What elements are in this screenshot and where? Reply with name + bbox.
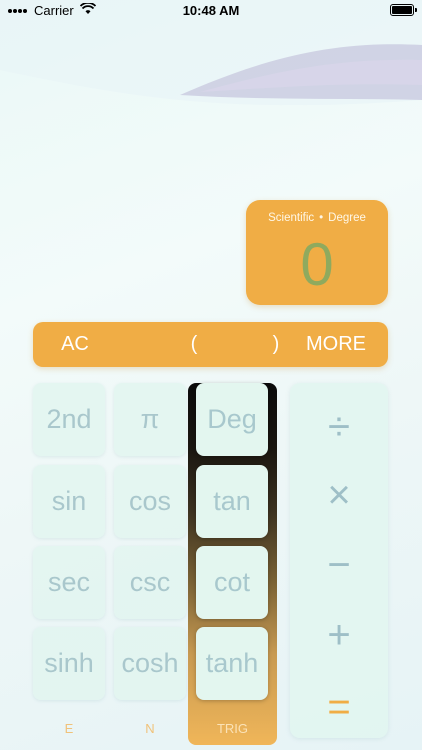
ac-button[interactable]: AC xyxy=(49,322,101,367)
battery-icon xyxy=(390,4,417,16)
multiply-button[interactable]: × xyxy=(290,473,388,517)
more-button[interactable]: MORE xyxy=(301,322,371,367)
divide-button[interactable]: ÷ xyxy=(290,405,388,449)
tab-e[interactable]: E xyxy=(33,720,105,738)
pi-key[interactable]: π xyxy=(114,383,186,456)
mode-separator: • xyxy=(319,212,324,224)
tan-key[interactable]: tan xyxy=(196,465,268,538)
cosh-key[interactable]: cosh xyxy=(114,627,186,700)
display-mode-row: Scientific • Degree xyxy=(246,212,388,224)
calculator-display: Scientific • Degree 0 xyxy=(246,200,388,305)
operators-panel: ÷ × − + = xyxy=(290,383,388,738)
equals-button[interactable]: = xyxy=(290,685,388,729)
display-value: 0 xyxy=(300,231,334,298)
mode-label: Scientific xyxy=(268,212,315,224)
tab-trig[interactable]: TRIG xyxy=(188,720,277,738)
status-time: 10:48 AM xyxy=(182,3,240,18)
status-bar: Carrier 10:48 AM xyxy=(0,0,422,22)
tanh-key[interactable]: tanh xyxy=(196,627,268,700)
control-bar: AC ( ) MORE xyxy=(33,322,388,367)
open-paren-button[interactable]: ( xyxy=(179,322,209,367)
sec-key[interactable]: sec xyxy=(33,546,105,619)
plus-button[interactable]: + xyxy=(290,613,388,657)
deg-key[interactable]: Deg xyxy=(196,383,268,456)
cos-key[interactable]: cos xyxy=(114,465,186,538)
tab-n[interactable]: N xyxy=(114,720,186,738)
close-paren-button[interactable]: ) xyxy=(261,322,291,367)
csc-key[interactable]: csc xyxy=(114,546,186,619)
cot-key[interactable]: cot xyxy=(196,546,268,619)
sinh-key[interactable]: sinh xyxy=(33,627,105,700)
minus-button[interactable]: − xyxy=(290,543,388,587)
angle-unit-label: Degree xyxy=(328,212,366,224)
sin-key[interactable]: sin xyxy=(33,465,105,538)
second-key[interactable]: 2nd xyxy=(33,383,105,456)
